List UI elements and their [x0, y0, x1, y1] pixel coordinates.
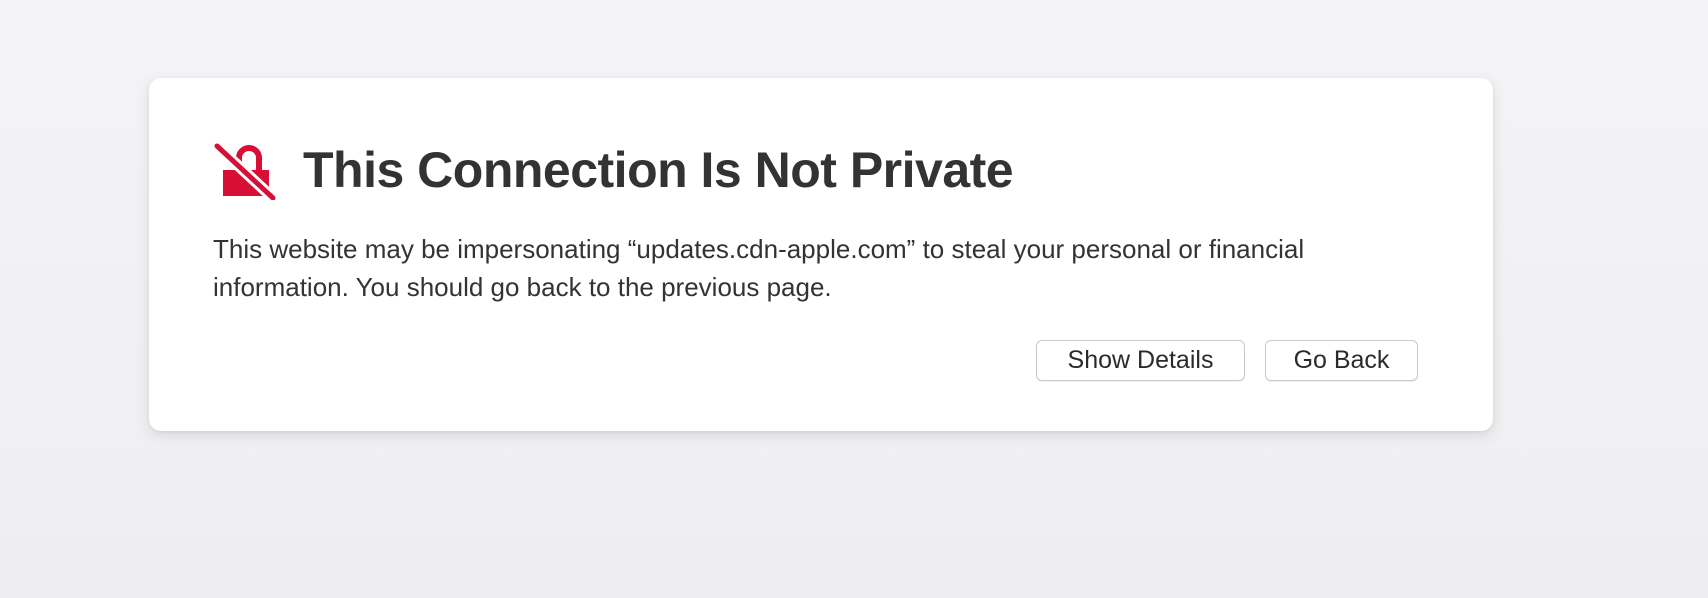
title-row: This Connection Is Not Private	[213, 140, 1014, 200]
warning-dialog: This Connection Is Not Private This webs…	[149, 78, 1493, 431]
broken-lock-icon	[213, 140, 277, 200]
warning-message: This website may be impersonating “updat…	[213, 234, 1305, 302]
page-title: This Connection Is Not Private	[303, 142, 1014, 198]
show-details-button[interactable]: Show Details	[1036, 340, 1245, 381]
go-back-button[interactable]: Go Back	[1265, 340, 1418, 381]
button-group: Show Details Go Back	[1036, 340, 1418, 381]
